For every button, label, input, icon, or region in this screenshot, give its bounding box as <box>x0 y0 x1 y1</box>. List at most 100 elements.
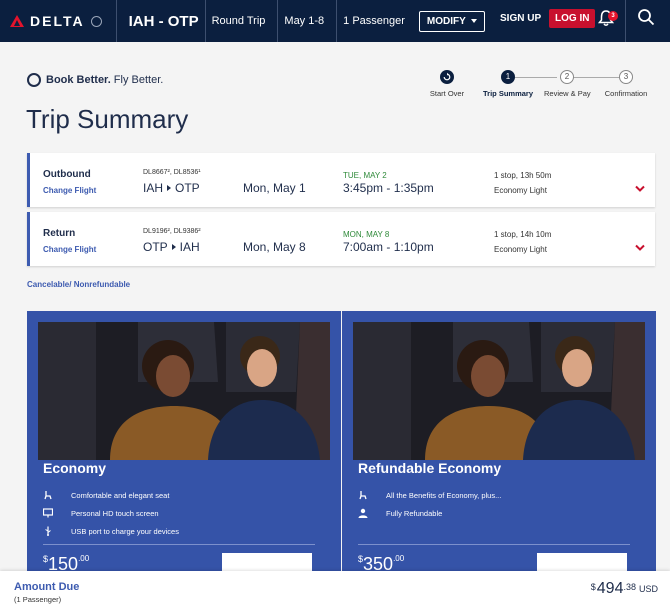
fare-feature: Comfortable and elegant seat <box>43 490 169 500</box>
amount-due-bar: Amount Due (1 Passenger) $ 494 .38 USD <box>0 571 670 607</box>
step-label: Confirmation <box>604 89 648 98</box>
fare-card-refundable-economy[interactable]: Refundable Economy All the Benefits of E… <box>342 311 656 571</box>
fare-price: $350.00 <box>358 554 404 571</box>
fare-name: Refundable Economy <box>358 460 502 476</box>
notification-badge: 3 <box>608 11 618 21</box>
progress-steps: Start Over 1 Trip Summary 2 Review & Pay… <box>425 70 655 102</box>
price-cents: .00 <box>78 554 90 563</box>
total-cents: .38 <box>623 582 636 592</box>
origin-code: IAH <box>143 181 164 195</box>
delta-circle-icon <box>27 73 41 87</box>
modify-label: MODIFY <box>426 15 466 27</box>
currency-code: USD <box>638 584 658 594</box>
return-flight-card: Return Change Flight DL9196², DL9386² OT… <box>27 212 655 266</box>
arrow-right-icon <box>171 244 176 250</box>
logo-text: DELTA <box>30 13 85 29</box>
step-label: Trip Summary <box>483 89 534 98</box>
step-number: 3 <box>619 70 633 84</box>
fare-feature: All the Benefits of Economy, plus... <box>358 490 501 500</box>
fare-class: Economy Light <box>494 186 547 195</box>
feature-text: Comfortable and elegant seat <box>71 490 170 500</box>
trip-dates: May 1-8 <box>277 0 330 42</box>
arrow-right-icon <box>167 185 172 191</box>
trip-type: Round Trip <box>204 0 272 42</box>
step-confirmation[interactable]: 3 Confirmation <box>603 70 649 98</box>
feature-text: All the Benefits of Economy, plus... <box>386 490 502 500</box>
flight-numbers: DL8667², DL8536¹ <box>143 169 201 176</box>
chevron-down-icon[interactable] <box>635 244 645 252</box>
select-fare-button[interactable] <box>537 553 627 571</box>
amount-due-passengers: (1 Passenger) <box>14 595 62 604</box>
currency-symbol: $ <box>590 582 596 592</box>
tagline-rest: Fly Better. <box>113 74 164 86</box>
destination-code: OTP <box>175 181 200 195</box>
flight-type: Return <box>43 228 76 239</box>
seat-icon <box>359 491 367 500</box>
step-label: Start Over <box>429 89 465 98</box>
route-summary: IAH - OTP <box>115 0 199 42</box>
change-flight-link[interactable]: Change Flight <box>43 245 96 254</box>
chevron-down-icon <box>470 19 477 23</box>
tagline: Book Better. Fly Better. <box>27 73 163 87</box>
fare-name: Economy <box>43 460 107 476</box>
cabin-photo <box>353 322 645 460</box>
fare-class: Economy Light <box>494 245 547 254</box>
modify-button[interactable]: MODIFY <box>418 10 485 32</box>
delta-logo[interactable]: DELTA <box>10 13 102 29</box>
restart-icon <box>440 70 454 84</box>
amount-due-label[interactable]: Amount Due <box>14 581 79 593</box>
feature-text: Fully Refundable <box>386 508 443 518</box>
fare-feature: Fully Refundable <box>358 508 442 518</box>
price-cents: .00 <box>393 554 405 563</box>
fare-card-economy[interactable]: Economy Comfortable and elegant seat Per… <box>27 311 341 571</box>
seat-icon <box>44 491 52 500</box>
cabin-photo <box>38 322 330 460</box>
passenger-count: 1 Passenger <box>336 0 411 42</box>
flight-numbers: DL9196², DL9386² <box>143 228 201 235</box>
divider <box>43 544 315 545</box>
feature-text: USB port to charge your devices <box>71 526 179 536</box>
page-title: Trip Summary <box>26 104 189 134</box>
fare-feature: Personal HD touch screen <box>43 508 159 518</box>
step-trip-summary[interactable]: 1 Trip Summary <box>483 70 533 98</box>
header-divider <box>625 0 626 42</box>
change-flight-link[interactable]: Change Flight <box>43 186 96 195</box>
screen-icon <box>43 508 53 518</box>
flight-times: 7:00am - 1:10pm <box>343 240 434 254</box>
flight-stops: 1 stop, 13h 50m <box>494 171 552 180</box>
flight-day-label: TUE, MAY 2 <box>343 171 387 180</box>
flight-date: Mon, May 8 <box>243 240 306 254</box>
step-start-over[interactable]: Start Over <box>427 70 467 98</box>
step-number: 2 <box>560 70 574 84</box>
price-dollars: 150 <box>48 554 79 571</box>
flight-times: 3:45pm - 1:35pm <box>343 181 434 195</box>
destination-code: IAH <box>179 240 200 254</box>
fare-policy-link[interactable]: Cancelable/ Nonrefundable <box>27 280 130 289</box>
delta-widget-icon <box>10 15 24 27</box>
amount-due-total: $ 494 .38 USD <box>591 580 658 598</box>
search-icon[interactable] <box>637 8 655 26</box>
step-label: Review & Pay <box>544 89 591 98</box>
usb-icon <box>45 526 51 536</box>
globe-icon <box>90 15 102 27</box>
outbound-flight-card: Outbound Change Flight DL8667², DL8536¹ … <box>27 153 655 207</box>
login-button[interactable]: LOG IN <box>549 9 596 28</box>
fare-price: $150.00 <box>43 554 89 571</box>
flight-type: Outbound <box>43 169 91 180</box>
flight-stops: 1 stop, 14h 10m <box>494 230 552 239</box>
step-review-pay[interactable]: 2 Review & Pay <box>544 70 591 98</box>
signup-link[interactable]: SIGN UP <box>500 13 541 24</box>
flight-route: IAH OTP <box>143 181 200 195</box>
flight-route: OTP IAH <box>143 240 200 254</box>
divider <box>358 544 630 545</box>
total-dollars: 494 <box>596 580 624 597</box>
tagline-bold: Book Better. <box>46 74 111 86</box>
select-fare-button[interactable] <box>222 553 312 571</box>
fare-feature: USB port to charge your devices <box>43 526 179 536</box>
flight-day-label: MON, MAY 8 <box>343 230 390 239</box>
person-icon <box>358 508 368 518</box>
feature-text: Personal HD touch screen <box>71 508 159 518</box>
price-dollars: 350 <box>363 554 394 571</box>
chevron-down-icon[interactable] <box>635 185 645 193</box>
flight-date: Mon, May 1 <box>243 181 306 195</box>
